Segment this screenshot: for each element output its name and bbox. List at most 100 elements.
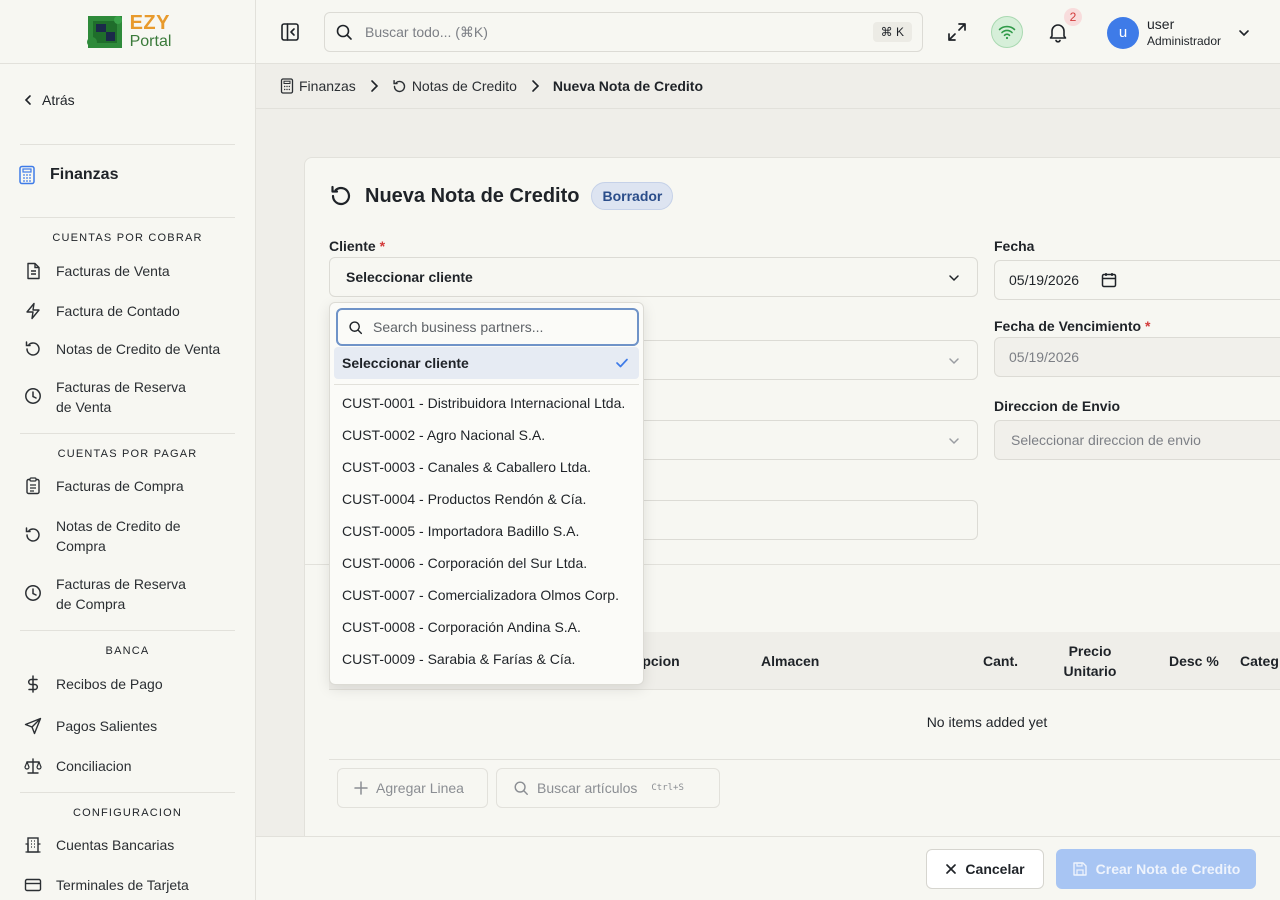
partner-search-input[interactable] <box>373 319 623 335</box>
global-search[interactable]: ⌘ K <box>324 12 923 52</box>
sidebar-item-label: Facturas de Reserva de Venta <box>56 379 186 415</box>
group-title-cuentas-por-pagar: CUENTAS POR PAGAR <box>57 448 198 460</box>
sidebar-item-facturas-de-compra[interactable]: Facturas de Compra <box>24 476 224 496</box>
sidebar-item-recibos-de-pago[interactable]: Recibos de Pago <box>24 674 224 694</box>
sidebar-item-conciliacion[interactable]: Conciliacion <box>24 756 224 776</box>
required-mark: * <box>1144 318 1151 334</box>
sidebar-item-label: Conciliacion <box>56 758 132 774</box>
divider <box>20 433 235 434</box>
chevron-right-icon <box>532 80 540 92</box>
sidebar-item-label: Notas de Credito de Compra <box>56 518 181 554</box>
dropdown-option[interactable]: CUST-0007 - Comercializadora Olmos Corp. <box>334 579 639 611</box>
user-role: Administrador <box>1147 34 1222 48</box>
dropdown-option[interactable]: CUST-0003 - Canales & Caballero Ltda. <box>334 451 639 483</box>
calculator-icon <box>280 78 294 94</box>
calendar-icon[interactable] <box>1101 272 1117 288</box>
global-search-input[interactable] <box>365 24 845 40</box>
add-line-label: Agregar Linea <box>376 780 464 796</box>
logo-area: EZY Portal <box>0 0 255 64</box>
clipboard-icon <box>26 477 40 495</box>
breadcrumb-current: Nueva Nota de Credito <box>552 78 704 94</box>
add-line-button[interactable]: Agregar Linea <box>337 768 488 808</box>
brand-logo[interactable]: EZY Portal <box>84 12 172 52</box>
sidebar-item-label: Facturas de Compra <box>56 478 184 494</box>
search-items-button[interactable]: Buscar artículos Ctrl+S <box>496 768 720 808</box>
back-link[interactable]: Atrás <box>22 92 75 108</box>
brand-name: EZY <box>129 12 170 34</box>
clock-icon <box>25 585 41 601</box>
sidebar-item-facturas-de-venta[interactable]: Facturas de Venta <box>24 261 224 281</box>
sidebar-item-label: Recibos de Pago <box>56 676 163 692</box>
sidebar-item-notas-credito-compra[interactable]: Notas de Credito de Compra <box>24 516 194 556</box>
sidebar-item-pagos-salientes[interactable]: Pagos Salientes <box>24 716 224 736</box>
undo-icon <box>331 185 351 206</box>
dropdown-option[interactable]: CUST-0009 - Sarabia & Farías & Cía. <box>334 643 639 675</box>
undo-icon <box>25 341 40 356</box>
create-label: Crear Nota de Credito <box>1095 861 1241 877</box>
required-mark: * <box>379 238 386 254</box>
sidebar-item-facturas-reserva-compra[interactable]: Facturas de Reserva de Compra <box>24 574 204 614</box>
direccion-label: Direccion de Envio <box>994 398 1121 414</box>
dropdown-option[interactable]: CUST-0004 - Productos Rendón & Cía. <box>334 483 639 515</box>
brand-subname: Portal <box>129 33 172 50</box>
sidebar-item-facturas-reserva-venta[interactable]: Facturas de Reserva de Venta <box>24 377 204 417</box>
close-icon <box>946 864 957 874</box>
sidebar-item-label: Pagos Salientes <box>56 718 158 734</box>
cliente-select[interactable]: Seleccionar cliente <box>329 257 978 297</box>
fecha-input[interactable]: 05/19/2026 <box>994 260 1280 300</box>
wifi-icon <box>998 25 1016 40</box>
breadcrumb: Finanzas Notas de Credito Nueva Nota de … <box>256 64 1280 109</box>
dropdown-option[interactable]: CUST-0005 - Importadora Badillo S.A. <box>334 515 639 547</box>
connection-status[interactable] <box>991 16 1023 48</box>
sidebar-item-terminales-de-tarjeta[interactable]: Terminales de Tarjeta <box>24 875 224 895</box>
divider <box>20 144 235 145</box>
dropdown-option[interactable]: CUST-0001 - Distribuidora Internacional … <box>334 387 639 419</box>
divider <box>20 630 235 631</box>
direccion-placeholder: Seleccionar direccion de envio <box>1011 432 1201 448</box>
empty-state: No items added yet <box>926 714 1048 730</box>
search-items-label: Buscar artículos <box>537 780 638 796</box>
divider <box>329 759 1280 760</box>
search-icon <box>336 24 352 40</box>
col-cantidad: Cant. <box>983 653 1018 669</box>
group-title-configuracion: CONFIGURACION <box>72 807 183 819</box>
dollar-icon <box>27 675 39 693</box>
breadcrumb-item-notas-credito[interactable]: Notas de Credito <box>392 78 517 94</box>
dropdown-option[interactable]: CUST-0002 - Agro Nacional S.A. <box>334 419 639 451</box>
col-almacen: Almacen <box>761 653 820 669</box>
divider <box>334 384 639 385</box>
dropdown-option[interactable]: CUST-0006 - Corporación del Sur Ltda. <box>334 547 639 579</box>
group-title-cuentas-por-cobrar: CUENTAS POR COBRAR <box>52 232 203 244</box>
sidebar-item-label: Factura de Contado <box>56 303 180 319</box>
fullscreen-icon[interactable] <box>946 21 968 43</box>
partner-search[interactable] <box>336 308 639 346</box>
sidebar-item-label: Terminales de Tarjeta <box>56 877 189 893</box>
sidebar-section-finanzas[interactable]: Finanzas <box>18 165 118 185</box>
cancel-button[interactable]: Cancelar <box>926 849 1044 889</box>
user-name: user <box>1147 16 1175 32</box>
chevron-down-icon <box>949 275 959 282</box>
page-title-area: Nueva Nota de Credito Borrador <box>329 182 674 210</box>
direccion-select[interactable]: Seleccionar direccion de envio <box>994 420 1280 460</box>
search-icon <box>349 320 363 334</box>
bank-icon <box>25 837 41 853</box>
sidebar-toggle-icon[interactable] <box>280 22 300 42</box>
user-menu[interactable]: u user Administrador <box>1107 16 1251 50</box>
document-icon <box>27 262 40 280</box>
chevron-down-icon <box>949 438 959 445</box>
cliente-label-text: Cliente <box>329 238 376 254</box>
sidebar-item-factura-de-contado[interactable]: Factura de Contado <box>24 301 224 321</box>
sidebar-item-notas-credito-venta[interactable]: Notas de Credito de Venta <box>24 339 224 359</box>
create-credit-note-button[interactable]: Crear Nota de Credito <box>1056 849 1256 889</box>
dropdown-option[interactable]: CUST-0008 - Corporación Andina S.A. <box>334 611 639 643</box>
cliente-dropdown: Seleccionar cliente CUST-0001 - Distribu… <box>329 302 644 685</box>
calculator-icon <box>19 165 35 185</box>
breadcrumb-item-finanzas[interactable]: Finanzas <box>280 78 356 94</box>
divider <box>20 217 235 218</box>
sidebar-item-cuentas-bancarias[interactable]: Cuentas Bancarias <box>24 835 224 855</box>
selected-option-label: Seleccionar cliente <box>342 355 469 371</box>
dropdown-option-selected[interactable]: Seleccionar cliente <box>334 347 639 379</box>
vencimiento-input[interactable]: 05/19/2026 <box>994 337 1280 377</box>
send-icon <box>24 717 42 735</box>
fecha-value: 05/19/2026 <box>1009 272 1080 288</box>
